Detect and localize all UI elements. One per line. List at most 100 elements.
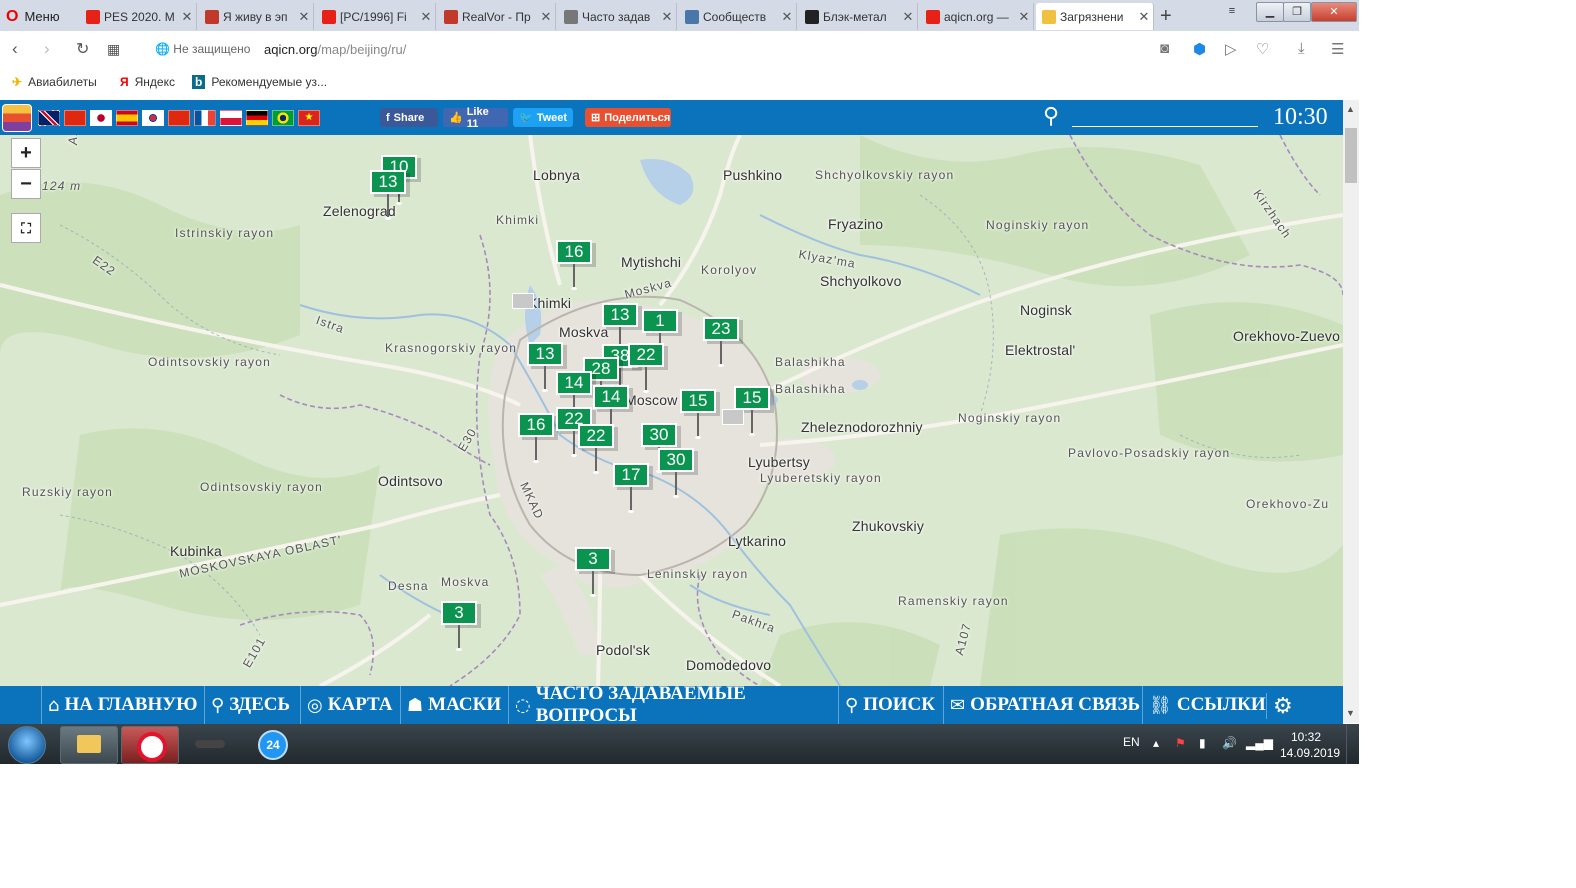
tray-expand-icon[interactable]: ▴: [1153, 736, 1159, 750]
new-tab-button[interactable]: +: [1160, 5, 1172, 28]
flag-korea-icon[interactable]: [142, 110, 164, 126]
nav-feedback[interactable]: ✉ ОБРАТНАЯ СВЯЗЬ: [943, 686, 1142, 724]
browser-tab[interactable]: Загрязнени ✕: [1036, 3, 1154, 30]
fullscreen-icon[interactable]: ⛶: [11, 213, 41, 243]
search-icon[interactable]: ⚲: [1043, 103, 1059, 129]
flag-hongkong-icon[interactable]: [168, 110, 190, 126]
language-indicator[interactable]: EN: [1123, 735, 1140, 749]
page-scrollbar[interactable]: ▲ ▼: [1343, 100, 1359, 723]
no-data-station-marker[interactable]: [722, 409, 744, 425]
bookmark-recommended[interactable]: b Рекомендуемые уз...: [192, 75, 327, 89]
battery-icon[interactable]: ▮: [1199, 736, 1206, 750]
nav-map[interactable]: ◎ КАРТА: [300, 686, 400, 724]
site-search-input[interactable]: [1072, 126, 1258, 127]
tab-close-icon[interactable]: ✕: [778, 9, 796, 25]
nav-search[interactable]: ⚲ ПОИСК: [838, 686, 943, 724]
reload-icon[interactable]: ↻: [76, 39, 89, 59]
tab-close-icon[interactable]: ✕: [417, 9, 435, 25]
aqicn-logo-icon[interactable]: [2, 104, 32, 132]
tweet-button[interactable]: 🐦 Tweet: [513, 108, 573, 127]
aqi-station-marker[interactable]: 3: [441, 601, 477, 651]
aqi-station-marker[interactable]: 15: [680, 389, 716, 439]
taskbar-opera[interactable]: [121, 726, 179, 764]
aqi-station-marker[interactable]: 3: [575, 547, 611, 597]
opera-menu-button[interactable]: O Меню: [6, 3, 60, 30]
aqi-station-marker[interactable]: 16: [518, 413, 554, 463]
share-ru-button[interactable]: ⊞ Поделиться: [585, 108, 671, 127]
tab-close-icon[interactable]: ✕: [537, 9, 555, 25]
browser-tab[interactable]: PES 2020. M ✕: [80, 3, 197, 30]
flag-spain-icon[interactable]: [116, 110, 138, 126]
taskbar-app-24[interactable]: 24: [258, 730, 288, 760]
window-close-button[interactable]: ✕: [1311, 2, 1357, 22]
bookmark-yandex[interactable]: Я Яндекс: [120, 75, 175, 89]
flag-vietnam-icon[interactable]: ★: [298, 110, 320, 126]
aqi-station-marker[interactable]: 30: [658, 448, 694, 498]
facebook-share-button[interactable]: f Share: [380, 108, 438, 127]
browser-tab[interactable]: Блэк-метал ✕: [799, 3, 918, 30]
browser-tab[interactable]: Я живу в эп ✕: [199, 3, 314, 30]
scroll-down-icon[interactable]: ▼: [1346, 708, 1355, 718]
flag-poland-icon[interactable]: [220, 110, 242, 126]
scroll-up-icon[interactable]: ▲: [1346, 104, 1355, 114]
aqi-station-marker[interactable]: 17: [613, 463, 649, 513]
tab-close-icon[interactable]: ✕: [295, 9, 313, 25]
adblock-icon[interactable]: ⬢: [1193, 40, 1206, 58]
air-quality-map[interactable]: + − ⛶ Lobnya Pushkino Shchyolkovskiy rayon…: [0, 135, 1343, 686]
start-button[interactable]: [8, 726, 46, 764]
system-clock[interactable]: 10:32 14.09.2019: [1280, 729, 1340, 761]
tab-close-icon[interactable]: ✕: [658, 9, 676, 25]
zoom-out-button[interactable]: −: [11, 169, 41, 199]
back-icon[interactable]: ‹: [12, 39, 18, 59]
aqi-station-marker[interactable]: 22: [578, 424, 614, 474]
aqi-station-marker[interactable]: 23: [703, 317, 739, 367]
tab-menu-icon[interactable]: ≡: [1220, 2, 1244, 20]
browser-tab[interactable]: Часто задав ✕: [558, 3, 677, 30]
maximize-button[interactable]: ❐: [1283, 2, 1311, 22]
signal-icon[interactable]: ▂▄▆: [1246, 736, 1273, 750]
nav-home[interactable]: ⌂ НА ГЛАВНУЮ: [41, 686, 204, 724]
tab-close-icon[interactable]: ✕: [1015, 9, 1033, 25]
nav-mask[interactable]: ☗ МАСКИ: [400, 686, 508, 724]
nav-faq[interactable]: ◌ ЧАСТО ЗАДАВАЕМЫЕ ВОПРОСЫ: [508, 683, 838, 726]
no-data-station-marker[interactable]: [512, 293, 534, 309]
aqi-station-marker[interactable]: 13: [370, 170, 406, 220]
zoom-in-button[interactable]: +: [11, 138, 41, 168]
taskbar-game[interactable]: [183, 726, 239, 762]
browser-tab[interactable]: RealVor - Пр ✕: [438, 3, 556, 30]
tab-close-icon[interactable]: ✕: [1135, 9, 1153, 25]
show-desktop-button[interactable]: [1346, 724, 1360, 764]
heart-icon[interactable]: ♡: [1256, 40, 1269, 58]
flag-france-icon[interactable]: [194, 110, 216, 126]
aqi-station-marker[interactable]: 22: [628, 343, 664, 393]
nav-location[interactable]: ⚲ ЗДЕСЬ: [204, 686, 300, 724]
snapshot-icon[interactable]: ◙: [1160, 40, 1169, 57]
browser-tab[interactable]: Сообществ ✕: [679, 3, 797, 30]
facebook-like-button[interactable]: 👍 Like 11: [443, 106, 508, 130]
flag-brazil-icon[interactable]: [272, 110, 294, 126]
easy-setup-icon[interactable]: ☰: [1331, 40, 1344, 58]
browser-tab[interactable]: aqicn.org — ✕: [920, 3, 1034, 30]
settings-gear-icon[interactable]: ⚙: [1266, 693, 1293, 719]
send-icon[interactable]: ▷: [1225, 40, 1237, 58]
forward-icon[interactable]: ›: [44, 39, 50, 59]
download-icon[interactable]: ⤓: [1298, 40, 1305, 57]
taskbar-explorer[interactable]: [60, 726, 118, 764]
flag-japan-icon[interactable]: [90, 110, 112, 126]
scrollbar-thumb[interactable]: [1345, 128, 1357, 183]
aqi-station-marker[interactable]: 16: [556, 240, 592, 290]
minimize-button[interactable]: ▁: [1256, 2, 1284, 22]
flag-china-icon[interactable]: [64, 110, 86, 126]
tab-close-icon[interactable]: ✕: [178, 9, 196, 25]
url-field[interactable]: aqicn.org/map/beijing/ru/: [264, 42, 406, 57]
flag-uk-icon[interactable]: [38, 110, 60, 126]
tab-close-icon[interactable]: ✕: [899, 9, 917, 25]
security-indicator[interactable]: 🌐 Не защищено: [155, 42, 250, 56]
flag-germany-icon[interactable]: [246, 110, 268, 126]
bookmark-aviabilety[interactable]: ✈ Авиабилеты: [12, 75, 97, 89]
network-warning-icon[interactable]: ⚑: [1175, 736, 1186, 750]
browser-tab[interactable]: [PC/1996] Fi ✕: [316, 3, 436, 30]
volume-icon[interactable]: 🔊: [1222, 736, 1237, 750]
speed-dial-icon[interactable]: ▦: [107, 41, 120, 58]
nav-link[interactable]: ⛓ ССЫЛКИ: [1142, 686, 1266, 724]
